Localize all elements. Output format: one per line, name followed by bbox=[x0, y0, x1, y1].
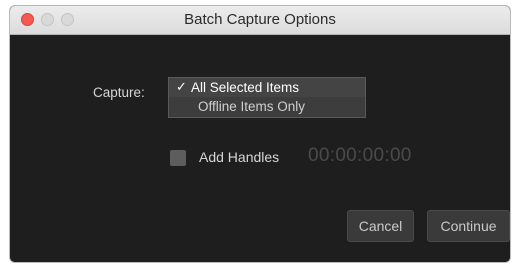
add-handles-checkbox[interactable] bbox=[170, 150, 186, 166]
handles-timecode-field: 00:00:00:00 bbox=[308, 145, 412, 166]
dialog-body: Capture: ✓ All Selected Items Offline It… bbox=[10, 35, 510, 262]
window-title: Batch Capture Options bbox=[184, 11, 336, 28]
capture-dropdown[interactable]: ✓ All Selected Items Offline Items Only bbox=[168, 77, 366, 118]
capture-label: Capture: bbox=[93, 85, 145, 100]
capture-option-all-selected[interactable]: ✓ All Selected Items bbox=[169, 78, 365, 97]
capture-option-label: Offline Items Only bbox=[198, 99, 306, 114]
capture-option-label: All Selected Items bbox=[191, 80, 300, 95]
checkmark-icon: ✓ bbox=[176, 79, 187, 94]
continue-button[interactable]: Continue bbox=[427, 210, 510, 242]
batch-capture-dialog: Batch Capture Options Capture: ✓ All Sel… bbox=[10, 6, 510, 262]
capture-option-offline-only[interactable]: Offline Items Only bbox=[169, 98, 365, 117]
cancel-button[interactable]: Cancel bbox=[347, 210, 414, 242]
title-bar: Batch Capture Options bbox=[10, 6, 510, 35]
add-handles-label[interactable]: Add Handles bbox=[199, 149, 279, 165]
